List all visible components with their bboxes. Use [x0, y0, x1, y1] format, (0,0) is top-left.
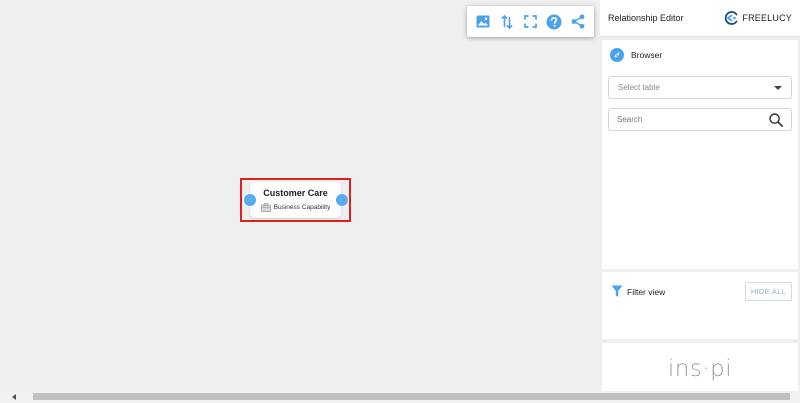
fullscreen-button[interactable]: [520, 12, 540, 32]
diagram-canvas[interactable]: Customer Care Business Capability: [0, 0, 600, 391]
help-icon: [546, 14, 562, 29]
filter-view-label: Filter view: [627, 286, 666, 297]
freelucy-logo-icon: [725, 11, 738, 25]
scroll-left-arrow-icon[interactable]: [12, 394, 16, 400]
filter-header: Filter view: [611, 285, 665, 298]
brand-name: FREELUCY: [742, 13, 792, 23]
help-button[interactable]: [544, 12, 564, 32]
browser-section: Browser Select table: [602, 40, 798, 269]
swap-direction-button[interactable]: [497, 12, 517, 32]
fullscreen-icon: [524, 15, 537, 28]
filter-funnel-icon: [611, 285, 623, 297]
scrollbar-thumb[interactable]: [33, 393, 790, 400]
browser-label: Browser: [631, 50, 663, 60]
side-panel: Relationship Editor FREELUCY Browser Sel…: [600, 0, 800, 391]
panel-header: Relationship Editor FREELUCY: [600, 0, 800, 37]
share-icon: [571, 14, 585, 29]
briefcase-icon: [260, 203, 271, 212]
search-box[interactable]: [608, 108, 792, 131]
filter-section: Filter view HIDE ALL: [602, 272, 798, 339]
node-title: Customer Care: [263, 188, 328, 198]
horizontal-scrollbar[interactable]: [0, 391, 800, 403]
image-icon: [476, 15, 490, 28]
share-button[interactable]: [568, 12, 588, 32]
sort-arrows-icon: [501, 14, 513, 29]
logo-section: ins·pi: [602, 343, 798, 391]
diagram-node[interactable]: Customer Care Business Capability: [250, 182, 341, 218]
caret-down-icon: [774, 86, 782, 90]
node-port-left[interactable]: [244, 194, 256, 206]
compass-icon: [610, 48, 624, 62]
brand: FREELUCY: [723, 10, 792, 26]
canvas-toolbar: [467, 6, 594, 37]
node-type: Business Capability: [250, 203, 341, 212]
panel-title: Relationship Editor: [608, 13, 684, 23]
select-table-placeholder: Select table: [618, 83, 660, 92]
search-icon[interactable]: [769, 113, 783, 132]
select-table-dropdown[interactable]: Select table: [608, 76, 792, 99]
app-window: Customer Care Business Capability Relati…: [0, 0, 800, 403]
browser-header: Browser: [610, 48, 662, 62]
hide-all-button[interactable]: HIDE ALL: [745, 282, 792, 301]
search-input[interactable]: [617, 113, 757, 126]
inspi-logo: ins·pi: [667, 356, 733, 382]
export-image-button[interactable]: [473, 12, 493, 32]
node-type-label: Business Capability: [273, 204, 331, 211]
node-port-right[interactable]: [336, 194, 348, 206]
